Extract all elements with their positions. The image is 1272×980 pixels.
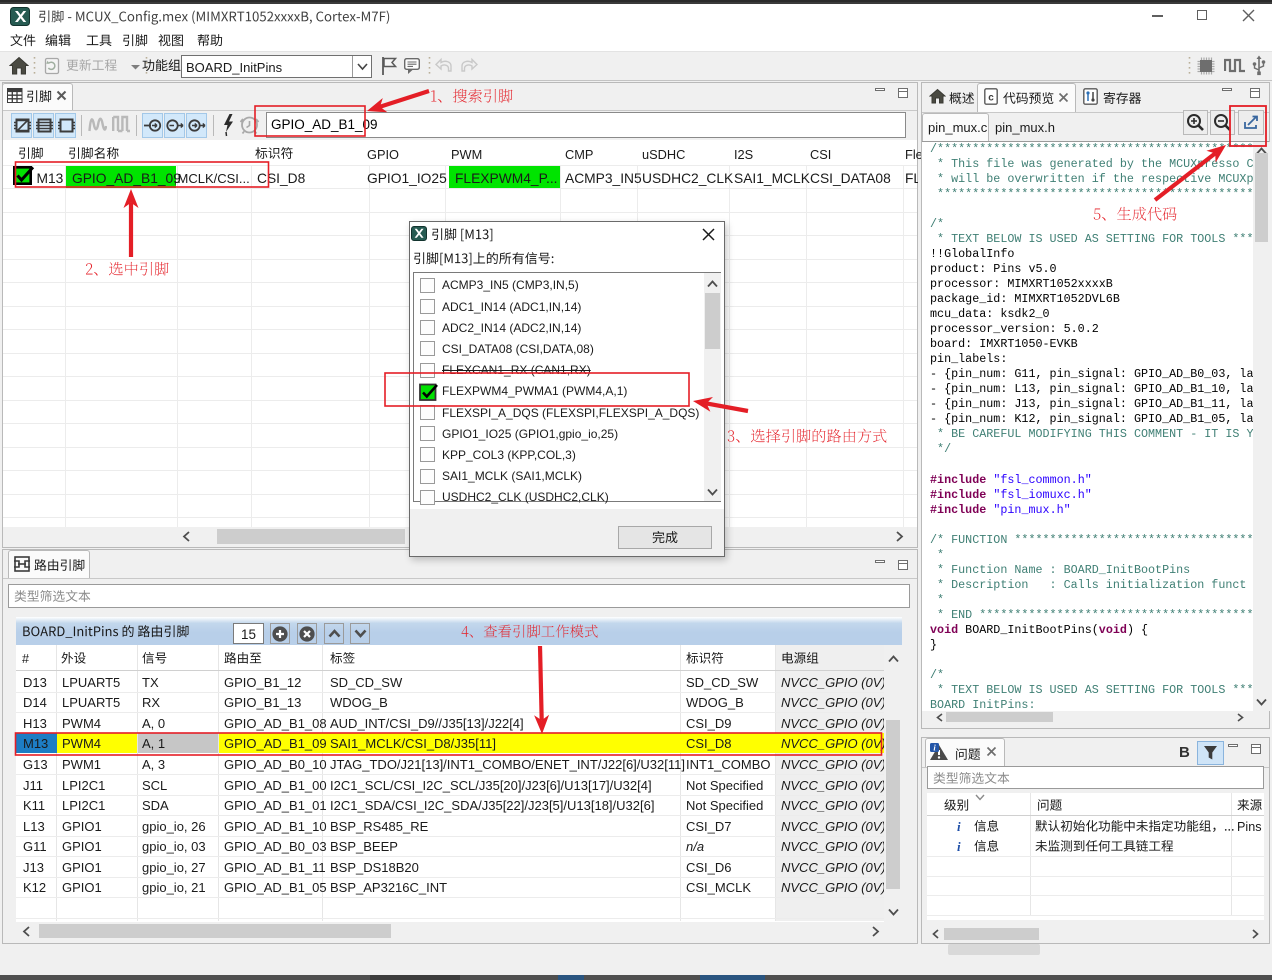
svg-text:c: c [988, 93, 994, 104]
